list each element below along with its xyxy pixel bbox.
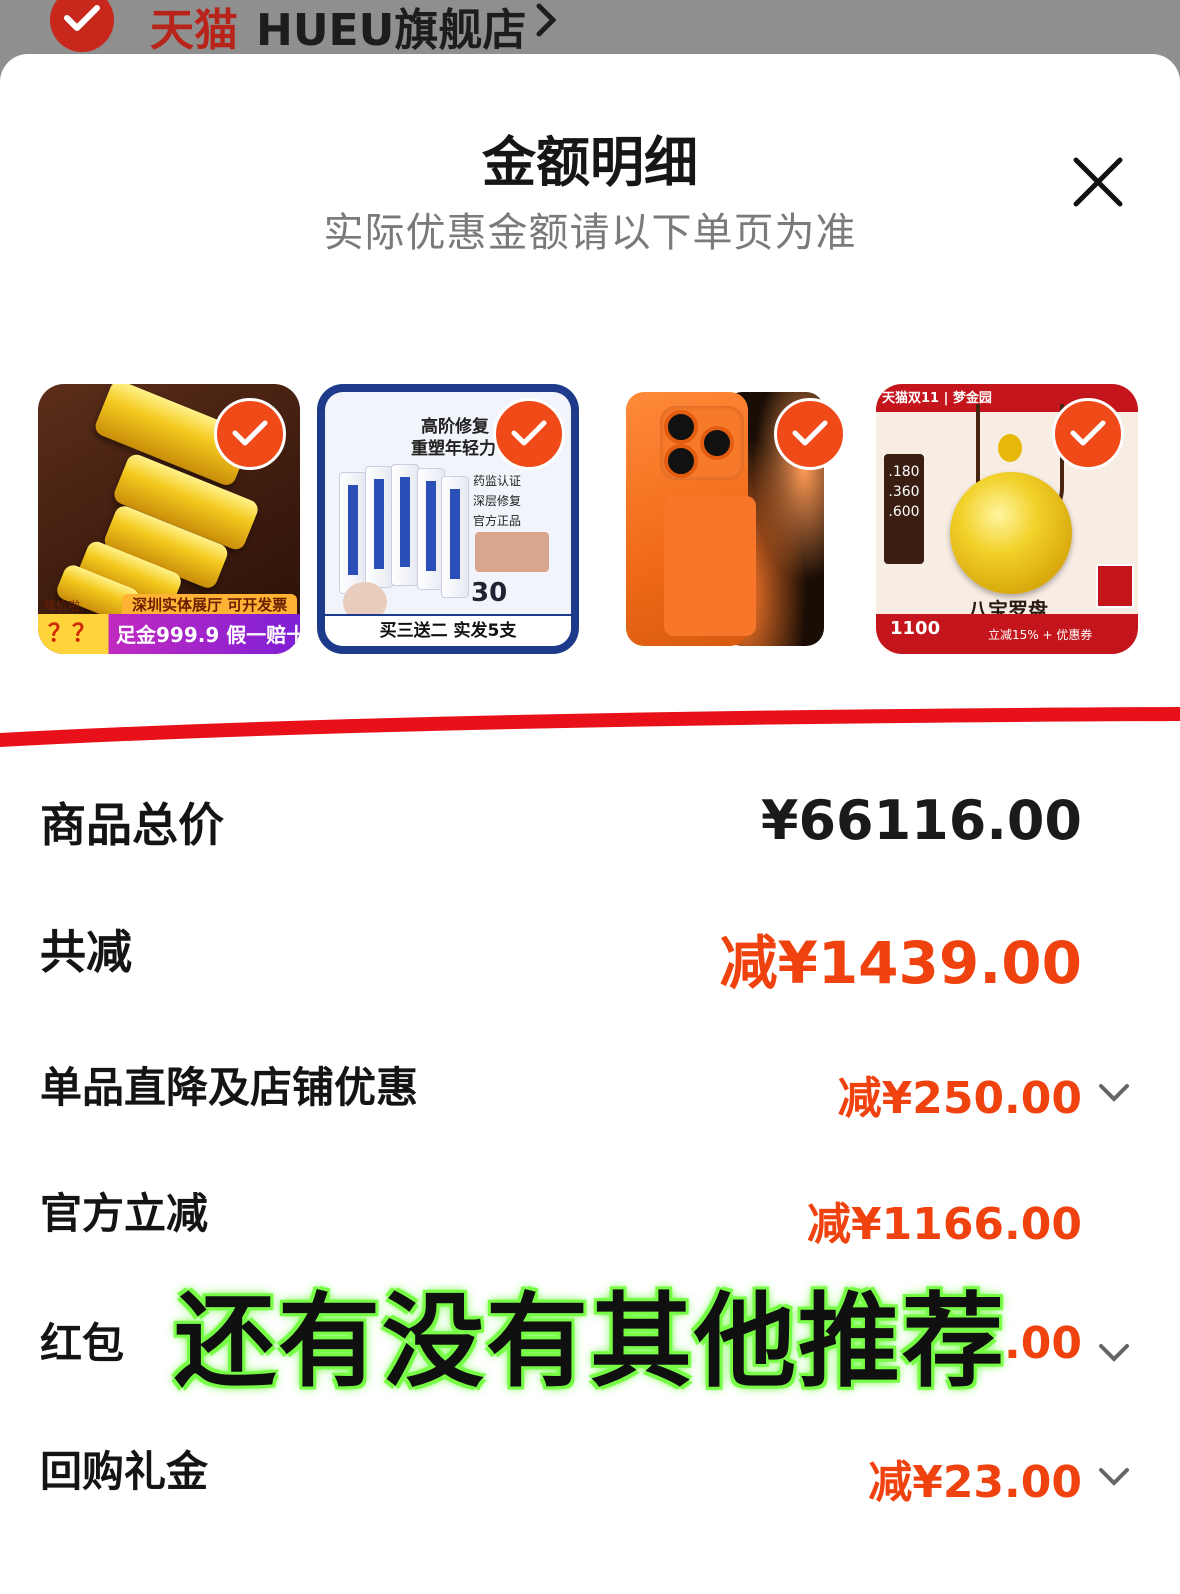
store-checkbox[interactable] — [50, 0, 114, 52]
red-underline-annotation — [0, 707, 1180, 747]
repurchase-gift-value: 减¥23.00 — [868, 1457, 1082, 1508]
row-label: 红包 — [40, 1319, 125, 1368]
question-marks: ？？ — [48, 619, 96, 647]
total-price-value: ¥66116.00 — [760, 789, 1082, 852]
check-icon — [792, 420, 828, 446]
check-icon — [232, 420, 268, 446]
product-thumb-phone[interactable] — [598, 384, 860, 654]
chevron-down-icon[interactable] — [1098, 1342, 1130, 1364]
overlay-caption: 还有没有其他推荐 — [140, 1260, 1040, 1402]
close-icon[interactable] — [1070, 154, 1126, 210]
selected-check[interactable] — [1052, 398, 1124, 470]
pendant-bead — [998, 434, 1022, 462]
phone-back — [626, 392, 756, 646]
row-label: 商品总价 — [40, 798, 224, 852]
row-label: 共减 — [40, 925, 132, 979]
gift-box — [1096, 564, 1134, 608]
row-repurchase-gift[interactable]: 回购礼金 减¥23.00 — [0, 1438, 1180, 1528]
check-icon — [64, 5, 100, 31]
ointment-heading-2: 重塑年轻力 — [411, 439, 496, 459]
row-label: 回购礼金 — [40, 1447, 209, 1496]
overlay-caption-text: 还有没有其他推荐 — [174, 1283, 1006, 1402]
pendant-price-list: .180 .360 .600 — [884, 454, 924, 564]
check-icon — [1070, 420, 1106, 446]
showroom-tag: 深圳实体展厅 可开发票 — [122, 594, 298, 616]
purity-text: 足金999.9 假一赔十 — [116, 623, 300, 647]
product-thumb-ointment[interactable]: 高阶修复 重塑年轻力 药监认证 深层修复 官方正品 30 买三送二 实发5支 — [317, 384, 579, 654]
product-thumb-gold-bars[interactable]: 降价啦 深圳实体展厅 可开发票 ？？ 足金999.9 假一赔十 — [38, 384, 300, 654]
row-label: 单品直降及店铺优惠 — [40, 1063, 419, 1112]
selected-check[interactable] — [493, 398, 565, 470]
row-label: 官方立减 — [40, 1189, 209, 1238]
store-bar[interactable]: 天猫 HUEU旗舰店 — [0, 0, 1180, 60]
feature-1: 药监认证 — [473, 474, 522, 488]
check-icon — [511, 420, 547, 446]
row-total-price: 商品总价 ¥66116.00 — [0, 789, 1180, 879]
product-thumb-pendant[interactable]: 天猫双11 | 梦金园 .180 .360 .600 八宝罗盘 1100 立减1… — [876, 384, 1138, 654]
feature-2: 深层修复 — [473, 494, 522, 508]
row-official-discount: 官方立减 减¥1166.00 — [0, 1180, 1180, 1270]
selected-check[interactable] — [214, 398, 286, 470]
total-discount-value: 减¥1439.00 — [719, 929, 1082, 997]
tmall-logo-text: 天猫 — [150, 5, 238, 56]
chevron-down-icon[interactable] — [1098, 1466, 1130, 1488]
row-total-discount: 共减 减¥1439.00 — [0, 916, 1180, 1006]
store-name[interactable]: HUEU旗舰店 — [256, 0, 526, 58]
official-discount-value: 减¥1166.00 — [806, 1199, 1082, 1250]
pendant-coin — [950, 472, 1072, 594]
skin-closeup — [475, 532, 549, 572]
chevron-right-icon[interactable] — [535, 2, 557, 38]
pendant-footer-price: 1100 — [890, 618, 941, 639]
pendant-footer-text: 立减15% + 优惠券 — [988, 628, 1093, 642]
ointment-offer: 买三送二 实发5支 — [325, 614, 571, 646]
feature-3: 官方正品 — [473, 514, 522, 528]
sheet-subtitle: 实际优惠金额请以下单页为准 — [323, 210, 857, 256]
selected-check[interactable] — [774, 398, 846, 470]
store-discount-value: 减¥250.00 — [837, 1073, 1082, 1124]
chevron-down-icon[interactable] — [1098, 1082, 1130, 1104]
sheet-title: 金额明细 — [482, 131, 698, 194]
ointment-number: 30 — [471, 578, 508, 608]
price-drop-tag: 降价啦 — [44, 599, 81, 613]
row-store-discount[interactable]: 单品直降及店铺优惠 减¥250.00 — [0, 1054, 1180, 1144]
